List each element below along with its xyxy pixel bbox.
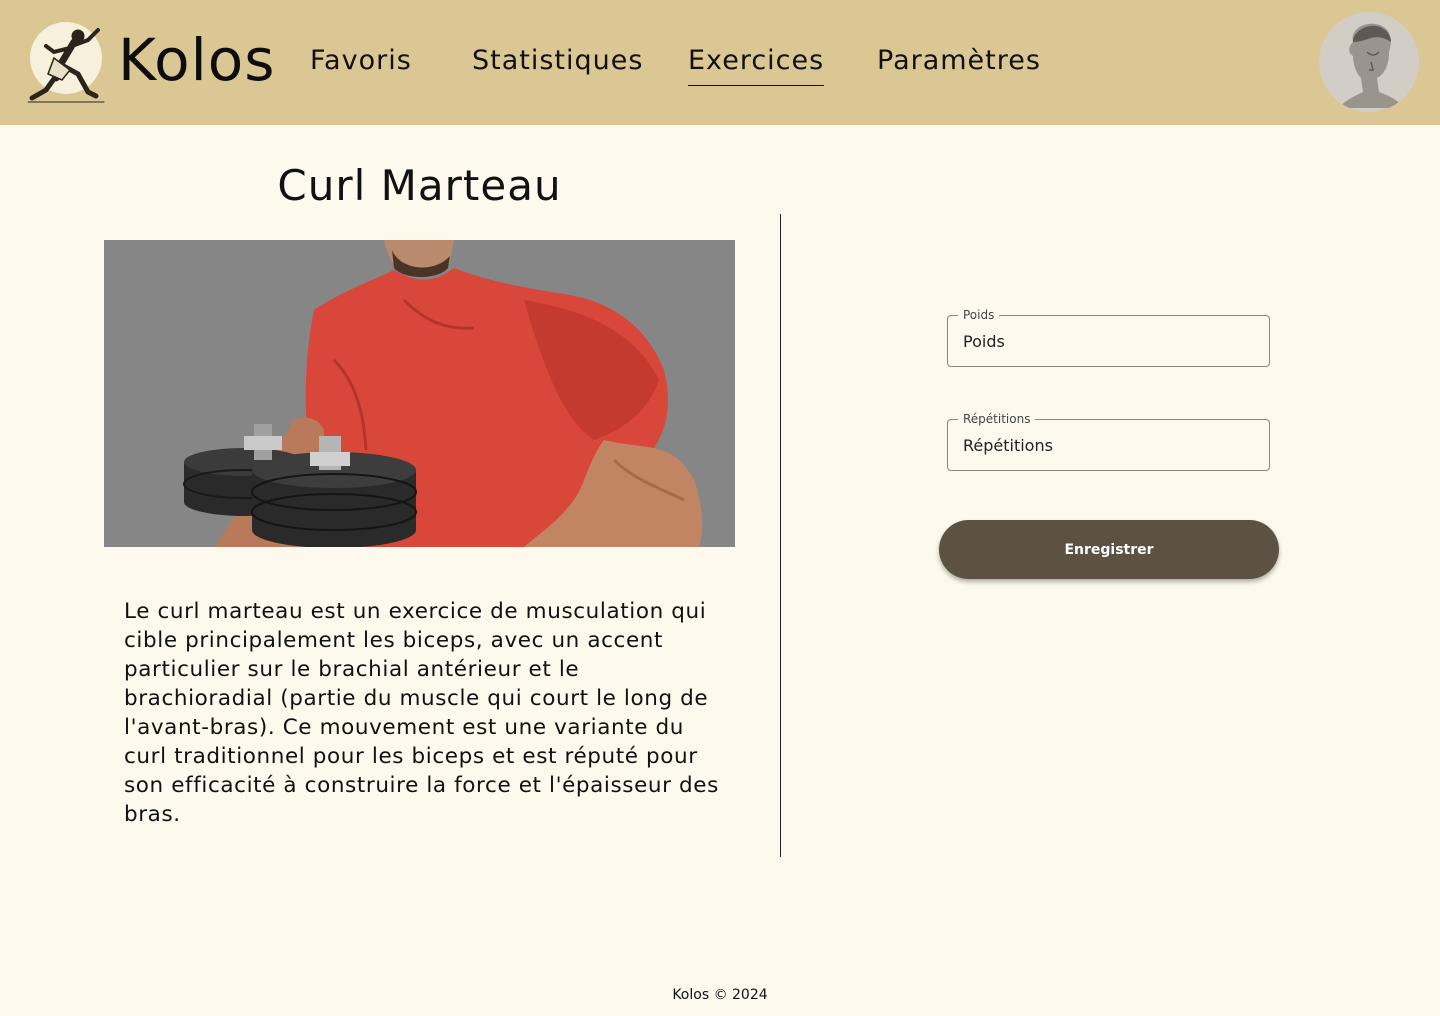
exercise-image bbox=[104, 240, 735, 547]
reps-field-label: Répétitions bbox=[958, 411, 1036, 427]
vertical-divider bbox=[780, 214, 781, 857]
nav-favoris[interactable]: Favoris bbox=[310, 42, 412, 86]
statue-bust-icon bbox=[1319, 12, 1419, 112]
weight-field: Poids bbox=[947, 307, 1270, 367]
exercise-title: Curl Marteau bbox=[277, 161, 562, 210]
exercise-description: Le curl marteau est un exercice de muscu… bbox=[124, 599, 719, 827]
weight-input[interactable] bbox=[963, 328, 1253, 354]
man-holding-dumbbell-photo bbox=[104, 240, 735, 547]
footer-copyright: Kolos © 2024 bbox=[672, 987, 768, 1003]
top-header: Kolos Favoris Statistiques Exercices Par… bbox=[0, 0, 1440, 125]
avatar[interactable] bbox=[1319, 12, 1419, 112]
reps-input[interactable] bbox=[963, 432, 1253, 458]
running-athlete-icon[interactable] bbox=[26, 18, 108, 104]
weight-field-label: Poids bbox=[958, 307, 1000, 323]
nav-exercices[interactable]: Exercices bbox=[688, 42, 825, 86]
brand-name[interactable]: Kolos bbox=[118, 26, 275, 94]
nav-statistiques[interactable]: Statistiques bbox=[472, 42, 643, 86]
save-button[interactable]: Enregistrer bbox=[939, 520, 1279, 579]
reps-field: Répétitions bbox=[947, 411, 1270, 471]
nav-parametres[interactable]: Paramètres bbox=[877, 42, 1041, 86]
